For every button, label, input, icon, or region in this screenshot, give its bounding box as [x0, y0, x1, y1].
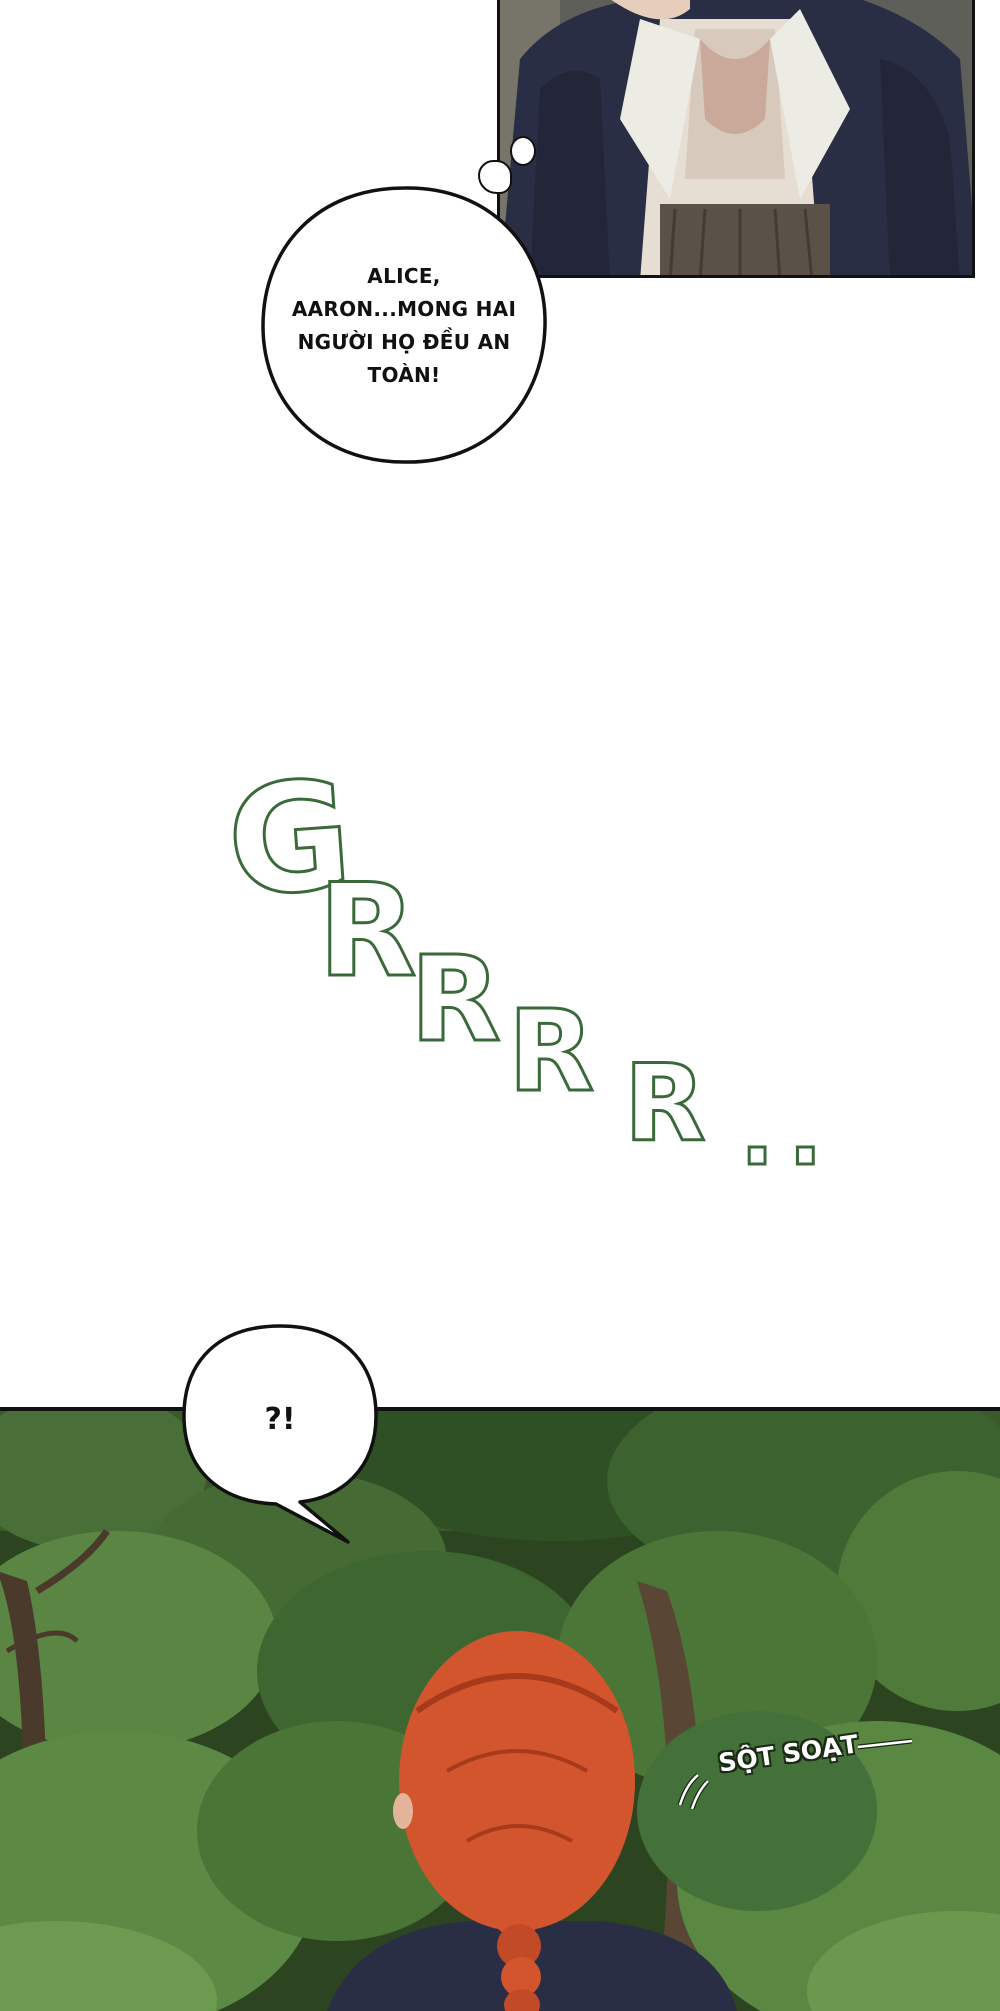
- thought-bubble-text: ALICE, AARON...MONG HAI NGƯỜI HỌ ĐỀU AN …: [255, 260, 553, 392]
- sfx-letter-r1: R: [318, 857, 417, 1006]
- character-torso-illustration: [500, 0, 972, 275]
- thought-line-3: NGƯỜI HỌ ĐỀU AN: [297, 330, 511, 354]
- speech-bubble-text: ?!: [264, 1402, 296, 1437]
- rustle-sfx: SỘT SOẠT: [672, 1729, 932, 1813]
- thought-bubble: ALICE, AARON...MONG HAI NGƯỜI HỌ ĐỀU AN …: [255, 180, 553, 470]
- forest-scene-illustration: [0, 1411, 1000, 2011]
- sfx-letter-r4: R: [624, 1042, 706, 1165]
- top-panel: [497, 0, 975, 278]
- thought-line-1: ALICE,: [367, 264, 441, 288]
- sfx-letter-r2: R: [410, 930, 501, 1068]
- bottom-panel: [0, 1407, 1000, 2011]
- thought-line-4: TOÀN!: [367, 363, 441, 387]
- thought-line-2: AARON...MONG HAI: [291, 297, 517, 321]
- sfx-dots: ..: [740, 1081, 836, 1186]
- speech-bubble: ?!: [180, 1320, 380, 1550]
- growl-sfx: G R R R R ..: [221, 747, 836, 1187]
- thought-dot-small: [510, 136, 536, 166]
- sfx-letter-r3: R: [508, 987, 594, 1117]
